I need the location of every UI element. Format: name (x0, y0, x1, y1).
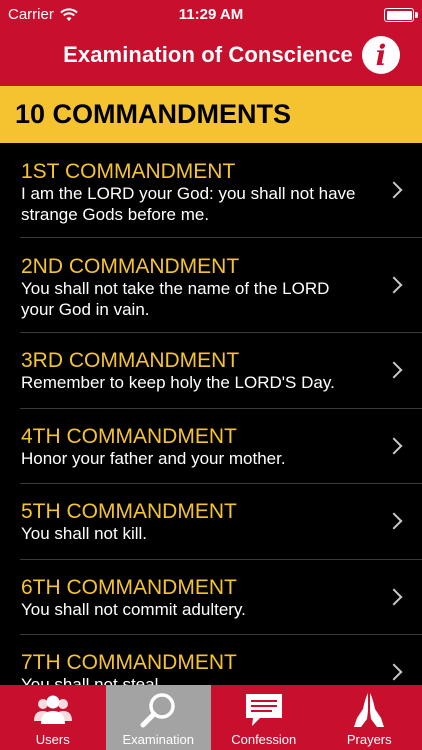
commandment-title: 7TH COMMANDMENT (21, 651, 237, 674)
list-item[interactable]: 5TH COMMANDMENT You shall not kill. (0, 484, 422, 560)
commandment-title: 6TH COMMANDMENT (21, 576, 237, 599)
commandment-text: Remember to keep holy the LORD'S Day. (21, 373, 335, 392)
list-item[interactable]: 3RD COMMANDMENT Remember to keep holy th… (0, 333, 422, 409)
status-bar: Carrier 11:29 AM (0, 0, 422, 30)
section-title: 10 COMMANDMENTS (15, 99, 292, 129)
list-item[interactable]: 4TH COMMANDMENT Honor your father and yo… (0, 409, 422, 484)
tab-confession[interactable]: Confession (211, 685, 317, 750)
commandment-list[interactable]: 1ST COMMANDMENT I am the LORD your God: … (0, 143, 422, 685)
praying-hands-icon (354, 693, 385, 727)
info-icon[interactable]: i (362, 36, 400, 74)
tab-label: Examination (122, 732, 195, 747)
commandment-text: You shall not take the name of the LORD … (21, 279, 330, 319)
commandment-text: I am the LORD your God: you shall not ha… (21, 184, 356, 224)
commandment-title: 4TH COMMANDMENT (21, 425, 237, 448)
chevron-right-icon (385, 588, 403, 606)
commandment-text: You shall not commit adultery. (21, 600, 246, 619)
navigation-header: Carrier 11:29 AM Examination of Conscien… (0, 0, 422, 86)
tab-label: Confession (231, 732, 297, 747)
tab-users[interactable]: Users (0, 685, 106, 750)
page-title: Examination of Conscience (63, 42, 353, 67)
tab-bar: Users Examination Confession Prayers (0, 685, 422, 750)
tab-label: Prayers (346, 732, 392, 747)
list-item[interactable]: 1ST COMMANDMENT I am the LORD your God: … (0, 143, 422, 238)
users-icon (33, 695, 72, 724)
section-header: 10 COMMANDMENTS (0, 86, 422, 143)
list-item[interactable]: 2ND COMMANDMENT You shall not take the n… (0, 238, 422, 333)
chevron-right-icon (385, 181, 403, 199)
tab-prayers[interactable]: Prayers (317, 685, 422, 750)
commandment-title: 1ST COMMANDMENT (21, 160, 236, 183)
commandment-title: 2ND COMMANDMENT (21, 255, 240, 278)
list-item[interactable]: 7TH COMMANDMENT You shall not steal. (0, 635, 422, 685)
status-time: 11:29 AM (178, 6, 244, 23)
chevron-right-icon (385, 361, 403, 379)
magnifier-icon (140, 693, 175, 728)
commandment-text: You shall not kill. (21, 524, 148, 543)
commandment-title: 3RD COMMANDMENT (21, 349, 240, 372)
speech-bubble-icon (245, 694, 282, 726)
commandment-text: You shall not steal. (21, 675, 164, 685)
tab-label: Users (35, 732, 70, 747)
chevron-right-icon (385, 276, 403, 294)
chevron-right-icon (385, 437, 403, 455)
commandment-text: Honor your father and your mother. (21, 449, 286, 468)
chevron-right-icon (385, 663, 403, 681)
list-item[interactable]: 6TH COMMANDMENT You shall not commit adu… (0, 560, 422, 635)
commandment-title: 5TH COMMANDMENT (21, 500, 237, 523)
tab-examination[interactable]: Examination (105, 685, 211, 750)
chevron-right-icon (385, 512, 403, 530)
battery-icon (384, 8, 418, 22)
